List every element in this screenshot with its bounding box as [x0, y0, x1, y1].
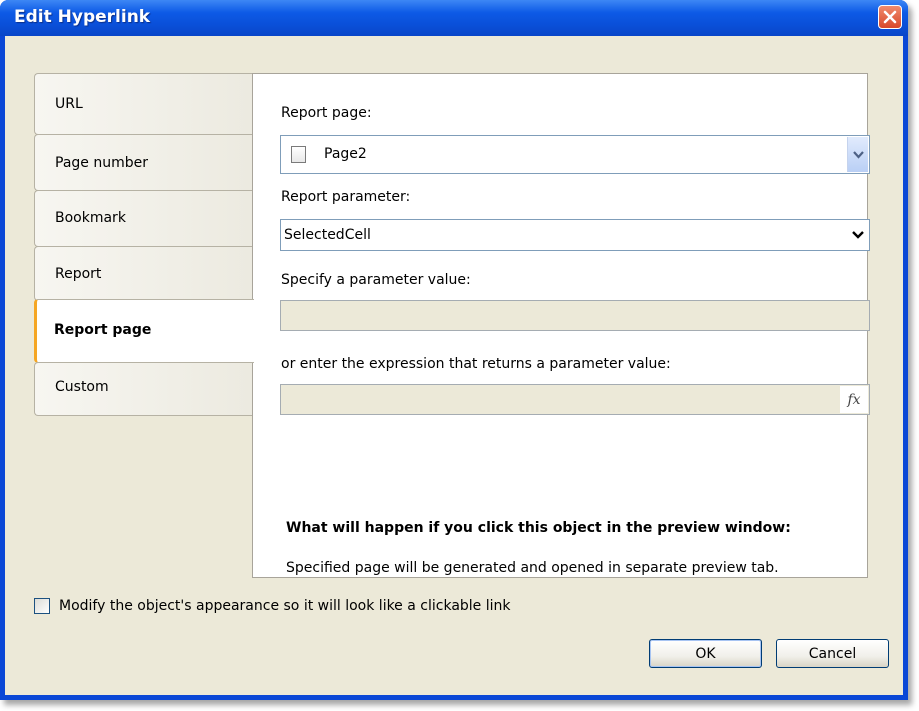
report-page-panel: Report page: Page2 Report parameter: Sel… — [252, 73, 870, 578]
tab-url[interactable]: URL — [34, 73, 252, 135]
report-parameter-value: SelectedCell — [284, 227, 371, 243]
tab-page-number[interactable]: Page number — [34, 134, 252, 191]
report-page-dropdown[interactable]: Page2 — [280, 135, 870, 174]
parameter-value-input[interactable] — [280, 300, 870, 331]
tab-label: Report — [55, 266, 102, 282]
title-bar[interactable]: Edit Hyperlink — [0, 0, 908, 36]
what-happens-text: Specified page will be generated and ope… — [286, 560, 779, 576]
report-parameter-label: Report parameter: — [281, 189, 411, 205]
chevron-down-icon — [852, 231, 864, 239]
tab-custom[interactable]: Custom — [34, 362, 252, 416]
clickable-link-checkbox[interactable] — [34, 598, 50, 614]
dropdown-button[interactable] — [847, 137, 868, 172]
tab-bookmark[interactable]: Bookmark — [34, 190, 252, 247]
tab-report[interactable]: Report — [34, 246, 252, 301]
tab-label: Custom — [55, 379, 109, 395]
parameter-value-label: Specify a parameter value: — [281, 272, 471, 288]
cancel-button[interactable]: Cancel — [776, 639, 889, 668]
dropdown-button[interactable] — [848, 221, 868, 249]
chevron-down-icon — [852, 150, 864, 159]
tab-report-page[interactable]: Report page — [34, 299, 254, 363]
report-parameter-dropdown[interactable]: SelectedCell — [280, 219, 870, 251]
page-icon — [291, 146, 306, 163]
report-page-label: Report page: — [281, 105, 372, 121]
window-title: Edit Hyperlink — [14, 7, 151, 27]
what-happens-heading: What will happen if you click this objec… — [286, 520, 791, 536]
close-icon — [883, 10, 897, 24]
report-page-value: Page2 — [324, 146, 367, 162]
tab-label: Page number — [55, 155, 148, 171]
close-button[interactable] — [878, 5, 902, 29]
fx-icon: fx — [847, 391, 861, 408]
edit-hyperlink-dialog: Edit Hyperlink URL Page number Bookmark … — [0, 0, 908, 700]
tab-label: Report page — [54, 322, 152, 338]
tab-label: Bookmark — [55, 210, 126, 226]
tab-label: URL — [55, 96, 83, 112]
expression-input[interactable]: fx — [280, 384, 870, 415]
expression-label: or enter the expression that returns a p… — [281, 356, 671, 372]
expression-editor-button[interactable]: fx — [840, 386, 868, 413]
ok-button[interactable]: OK — [649, 639, 762, 668]
checkbox-label: Modify the object's appearance so it wil… — [59, 598, 511, 614]
dialog-client-area: URL Page number Bookmark Report Report p… — [5, 36, 903, 695]
